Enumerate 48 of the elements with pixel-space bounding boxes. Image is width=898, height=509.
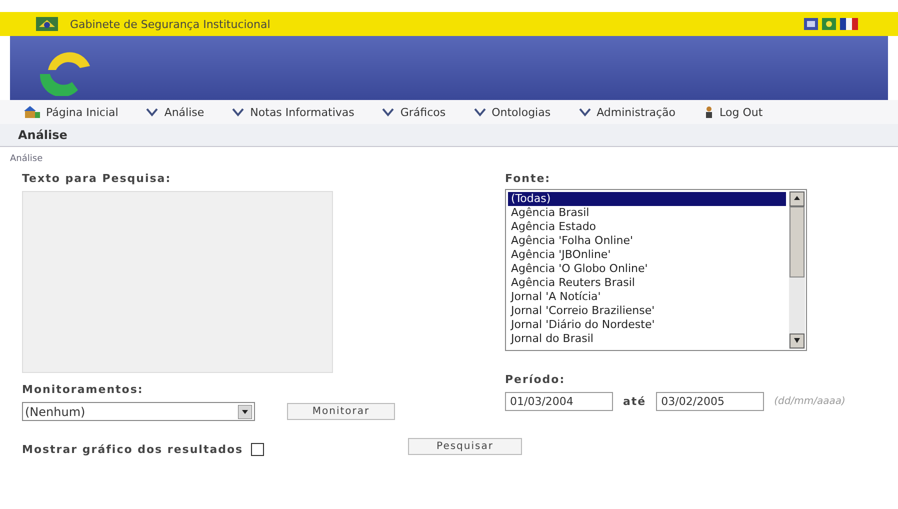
list-option[interactable]: Jornal 'Correio Braziliense' (508, 304, 786, 318)
nav-link[interactable]: Log Out (704, 106, 763, 118)
source-list[interactable] (505, 189, 807, 351)
date-field[interactable]: 03/02/2005 (656, 392, 764, 411)
nav-link[interactable]: Ontologias (474, 106, 551, 118)
field-label: Monitoramentos: (22, 383, 144, 396)
page-title: Análise (18, 128, 68, 142)
date-format-hint: (dd/mm/aaaa) (774, 396, 846, 407)
chevron-icon (474, 107, 486, 117)
scrollbar-icon (789, 191, 805, 349)
dropdown-arrow-icon (238, 404, 252, 418)
list-option[interactable]: Jornal 'A Notícia' (508, 290, 786, 304)
search-button[interactable]: Pesquisar (408, 438, 522, 455)
separator-text: até (623, 395, 646, 408)
list-option[interactable]: Agência 'Folha Online' (508, 234, 786, 248)
field-label: Texto para Pesquisa: (22, 172, 172, 185)
list-option[interactable]: Jornal do Brasil (508, 332, 786, 346)
flag-icon (840, 18, 858, 30)
chevron-icon (578, 107, 591, 117)
nav-link[interactable]: Análise (146, 106, 204, 118)
list-option[interactable]: Agência Reuters Brasil (508, 276, 786, 290)
checkbox-label: Mostrar gráfico dos resultados (22, 443, 244, 456)
list-option[interactable]: (Todas) (508, 192, 786, 206)
monitoring-dropdown[interactable]: (Nenhum) (22, 402, 255, 421)
person-icon (704, 106, 714, 118)
chevron-icon (146, 107, 158, 117)
field-label: Período: (505, 373, 566, 386)
house-icon (24, 106, 40, 118)
nav-link[interactable]: Administração (578, 106, 676, 118)
nav-link[interactable]: Notas Informativas (232, 106, 354, 118)
emblem-icon (36, 17, 58, 31)
monitor-button[interactable]: Monitorar (287, 403, 395, 420)
list-option[interactable]: Agência Estado (508, 220, 786, 234)
chevron-icon (382, 107, 394, 117)
nav-link[interactable]: Gráficos (382, 106, 446, 118)
list-option[interactable]: Agência 'JBOnline' (508, 248, 786, 262)
site-title: Gabinete de Segurança Institucional (70, 18, 272, 30)
nav-link[interactable]: Página Inicial (24, 106, 118, 118)
list-option[interactable]: Agência 'O Globo Online' (508, 262, 786, 276)
breadcrumb[interactable]: Análise (10, 154, 43, 164)
chart-checkbox[interactable] (251, 443, 264, 456)
field-label: Fonte: (505, 172, 552, 185)
flag-icon (804, 18, 818, 30)
flag-icon (822, 18, 836, 30)
date-field[interactable]: 01/03/2004 (505, 392, 613, 411)
list-option[interactable]: Agência Brasil (508, 206, 786, 220)
chevron-icon (232, 107, 244, 117)
list-option[interactable]: Jornal 'Diário do Nordeste' (508, 318, 786, 332)
